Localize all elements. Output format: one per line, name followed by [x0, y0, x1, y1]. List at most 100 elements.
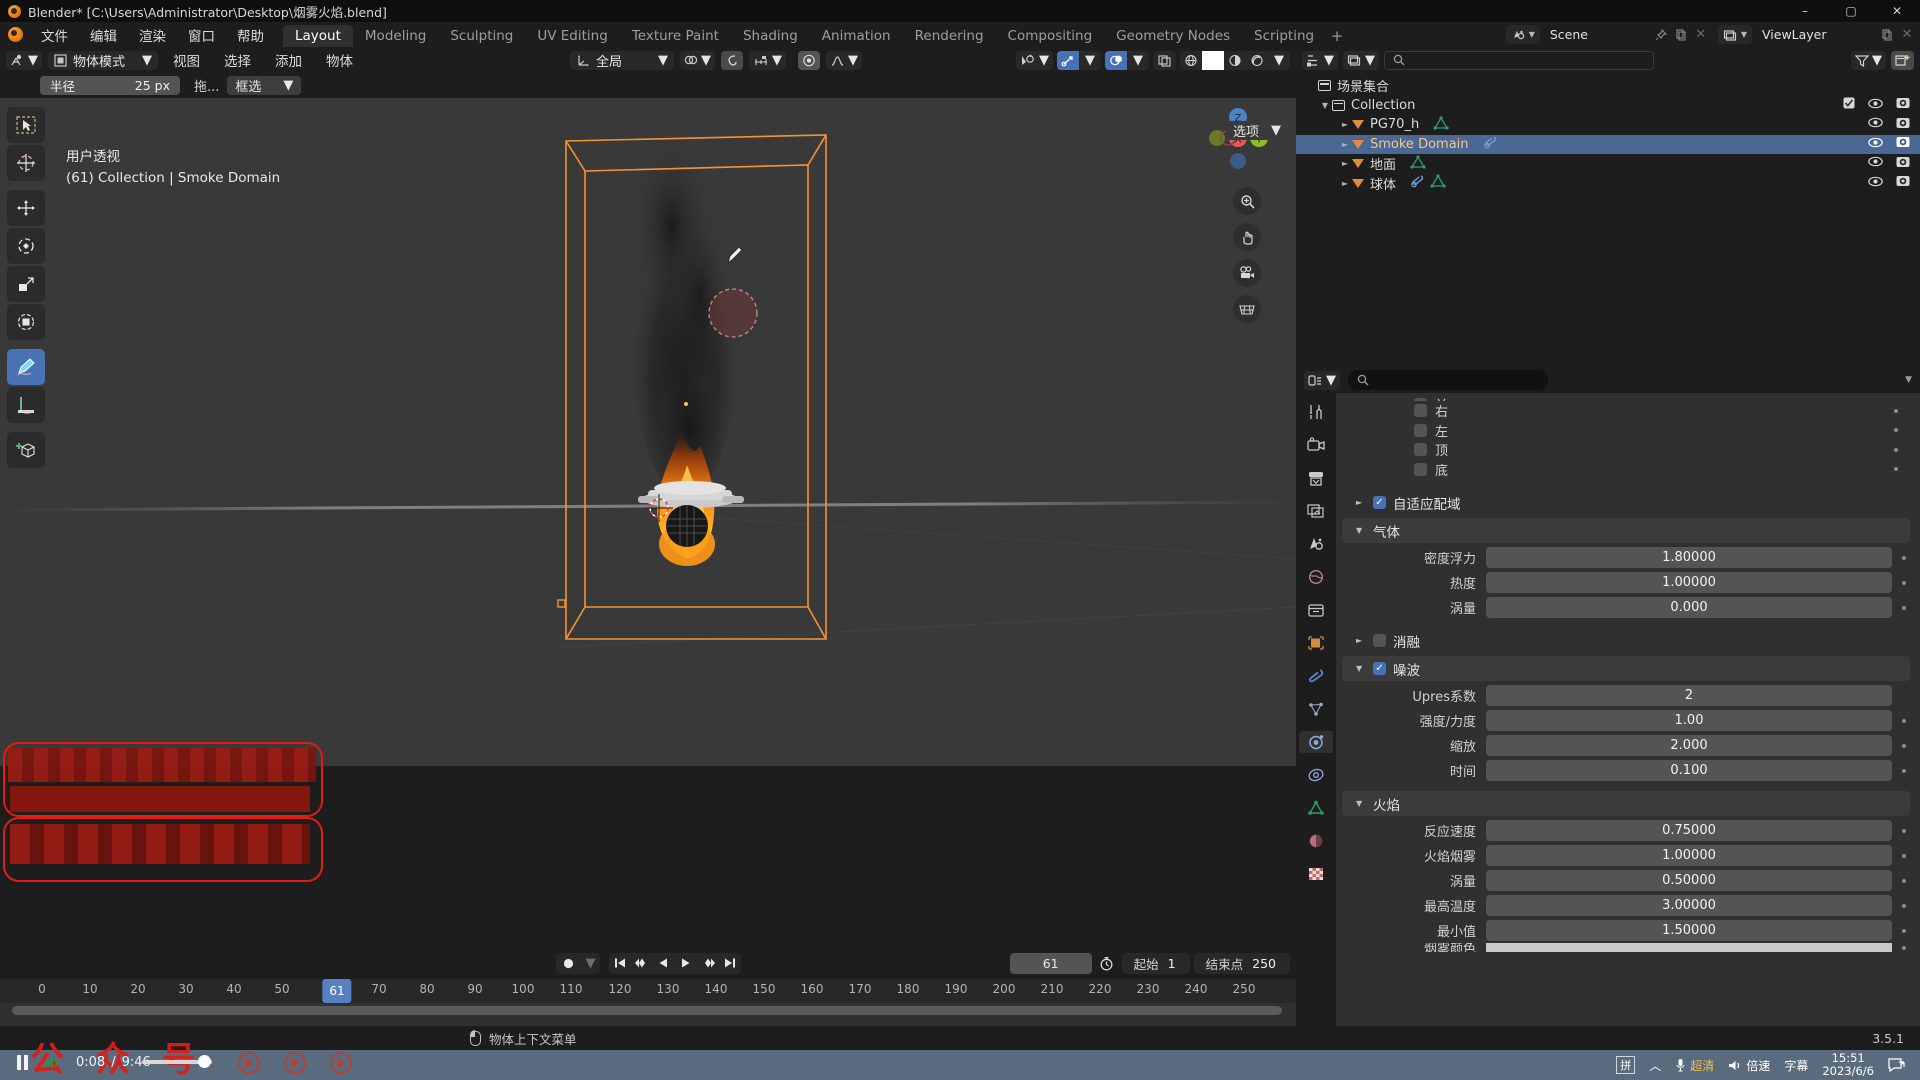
prop-row-flame-smoke[interactable]: 火焰烟雾 1.00000	[1336, 843, 1920, 868]
menu-render[interactable]: 渲染	[128, 22, 177, 47]
object-expander[interactable]: ►	[1338, 120, 1352, 129]
outliner-item-smoke-domain[interactable]: ► Smoke Domain	[1296, 134, 1920, 154]
prop-row-vorticity[interactable]: 涡量 0.000	[1336, 595, 1920, 620]
tab-scene[interactable]	[1305, 533, 1327, 555]
annotate-radius-field[interactable]: 半径 25 px	[40, 76, 180, 95]
prop-row-smoke-color-clipped[interactable]: 烟雾颜色	[1336, 943, 1920, 952]
animate-dot[interactable]	[1902, 555, 1906, 560]
timeline-editor[interactable]: ▼ 61 起始 1 结束点 250 0 10 20 30 40 50 70 80…	[0, 947, 1296, 1026]
gizmo-dropdown[interactable]: ▼	[1079, 51, 1101, 70]
viewlayer-name-field[interactable]: ViewLayer	[1754, 25, 1876, 44]
properties-options-dropdown[interactable]: ▼	[1905, 375, 1912, 385]
tool-add-cube[interactable]	[7, 432, 45, 468]
show-gizmo-toggle[interactable]	[1057, 50, 1079, 70]
noise-checkbox[interactable]: ✓	[1373, 662, 1386, 675]
viewport-menu-select[interactable]: 选择	[215, 50, 260, 70]
jump-to-start-button[interactable]	[609, 953, 631, 974]
use-preview-range-button[interactable]	[1096, 956, 1118, 971]
outliner-item-sphere[interactable]: ► 球体	[1296, 174, 1920, 194]
tool-tweak[interactable]	[7, 107, 45, 143]
frame-end-field[interactable]: 结束点 250	[1193, 952, 1290, 974]
chevron-right-icon[interactable]: ►	[1356, 636, 1366, 645]
object-visibility-icon[interactable]	[1868, 176, 1883, 191]
zoom-view-button[interactable]	[1233, 187, 1261, 215]
tool-measure[interactable]	[7, 387, 45, 423]
tab-output[interactable]	[1305, 467, 1327, 489]
adaptive-domain-checkbox[interactable]: ✓	[1373, 496, 1386, 509]
viewport-menu-add[interactable]: 添加	[266, 50, 311, 70]
value-field[interactable]: 0.75000	[1486, 820, 1892, 841]
prop-row-strength[interactable]: 强度/力度 1.00	[1336, 708, 1920, 733]
shading-dropdown[interactable]: ▼	[1268, 51, 1290, 70]
close-button[interactable]: ✕	[1874, 0, 1920, 22]
tab-compositing[interactable]: Compositing	[996, 25, 1105, 47]
animate-dot[interactable]	[1902, 828, 1906, 833]
placement-dropdown[interactable]: 框选 ▼	[227, 76, 302, 95]
prop-row-upres-factor[interactable]: Upres系数 2	[1336, 683, 1920, 708]
prev-keyframe-button[interactable]	[631, 953, 653, 974]
tab-layout[interactable]: Layout	[283, 25, 353, 47]
tab-animation[interactable]: Animation	[810, 25, 903, 47]
pin-scene-icon[interactable]	[1652, 28, 1670, 41]
tool-scale[interactable]	[7, 266, 45, 302]
interaction-mode-dropdown[interactable]: 物体模式 ▼	[48, 50, 158, 70]
timeline-scrollbar[interactable]	[12, 1006, 1282, 1015]
tab-tool[interactable]	[1305, 401, 1327, 423]
checkbox[interactable]	[1414, 443, 1427, 457]
ime-indicator[interactable]: 拼	[1616, 1056, 1636, 1074]
volume-icon[interactable]	[1728, 1059, 1742, 1072]
object-visibility-dropdown[interactable]: ▼	[1016, 50, 1053, 70]
value-field[interactable]: 3.00000	[1486, 895, 1892, 916]
menu-edit[interactable]: 编辑	[79, 22, 128, 47]
tab-object[interactable]	[1305, 632, 1327, 654]
snapping-increment-dropdown[interactable]: ▼	[749, 50, 786, 70]
editor-type-icon[interactable]: ▼	[6, 50, 42, 70]
animate-dot[interactable]	[1902, 853, 1906, 858]
tab-world[interactable]	[1305, 566, 1327, 588]
panel-gas[interactable]: ▼ 气体	[1342, 518, 1910, 543]
collection-expander[interactable]: ▼	[1318, 101, 1332, 110]
outliner-item-pg70[interactable]: ► PG70_h	[1296, 115, 1920, 135]
object-visibility-icon[interactable]	[1868, 137, 1883, 152]
value-field[interactable]: 1.00	[1486, 710, 1892, 731]
animate-dot[interactable]	[1902, 580, 1906, 585]
value-field[interactable]: 1.50000	[1486, 920, 1892, 941]
menu-help[interactable]: 帮助	[226, 22, 275, 47]
collection-visibility-icon[interactable]	[1868, 98, 1883, 113]
play-button[interactable]	[675, 953, 697, 974]
properties-editor[interactable]: ▼ ▼ 右 左 顶 底 ► ✓ 自适应配域 ▼ 气体 密度浮力 1.80000 …	[1296, 367, 1920, 1028]
collision-border-left[interactable]: 左	[1336, 421, 1920, 441]
outliner-item-ground[interactable]: ► 地面	[1296, 154, 1920, 174]
object-render-icon[interactable]	[1896, 175, 1910, 191]
viewport-menu-object[interactable]: 物体	[317, 50, 362, 70]
prop-row-heat[interactable]: 热度 1.00000	[1336, 570, 1920, 595]
panel-adaptive-domain[interactable]: ► ✓ 自适应配域	[1342, 490, 1910, 515]
animate-dot[interactable]	[1902, 768, 1906, 773]
shading-material[interactable]	[1224, 51, 1246, 70]
scene-name-field[interactable]: Scene	[1541, 25, 1650, 44]
shading-wireframe[interactable]	[1180, 51, 1202, 70]
value-field[interactable]: 0.50000	[1486, 870, 1892, 891]
animate-dot[interactable]	[1902, 718, 1906, 723]
xray-toggle[interactable]	[1153, 50, 1176, 70]
value-field[interactable]: 0.100	[1486, 760, 1892, 781]
object-render-icon[interactable]	[1896, 156, 1910, 172]
collision-border-right[interactable]: 右	[1336, 401, 1920, 421]
object-expander[interactable]: ►	[1338, 159, 1352, 168]
prop-row-max-temp[interactable]: 最高温度 3.00000	[1336, 893, 1920, 918]
value-field[interactable]: 1.00000	[1486, 572, 1892, 593]
timeline-ruler[interactable]: 0 10 20 30 40 50 70 80 90 100 110 120 13…	[0, 979, 1296, 1003]
physics-icon[interactable]	[1410, 174, 1426, 192]
3d-viewport[interactable]: ▼ 物体模式 ▼ 视图 选择 添加 物体 全局 ▼ ▼ ▼ ▼ ▼ ▼ ▼ ▼ …	[0, 47, 1296, 766]
viewlayer-browse-button[interactable]: ▼	[1717, 25, 1752, 44]
tab-physics[interactable]	[1299, 731, 1333, 753]
tab-modifier[interactable]	[1305, 665, 1327, 687]
prop-row-scale[interactable]: 缩放 2.000	[1336, 733, 1920, 758]
new-scene-icon[interactable]	[1672, 28, 1690, 41]
chevron-right-icon[interactable]: ►	[1356, 498, 1366, 507]
microphone-icon[interactable]	[1675, 1058, 1686, 1072]
topbar-blender-menu[interactable]	[0, 22, 30, 47]
object-visibility-icon[interactable]	[1868, 117, 1883, 132]
next-keyframe-button[interactable]	[697, 953, 719, 974]
value-field[interactable]: 1.00000	[1486, 845, 1892, 866]
